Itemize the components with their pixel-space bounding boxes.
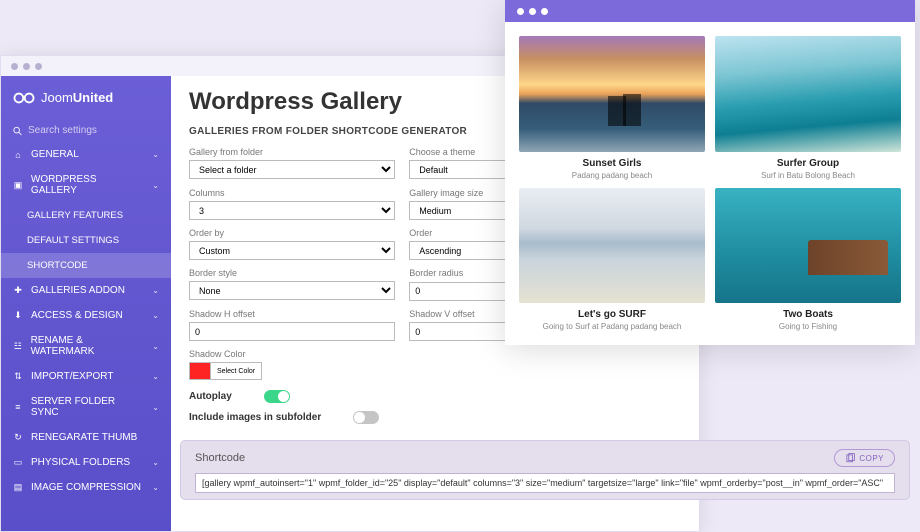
stack-icon: ≡: [13, 402, 23, 412]
field-order_by: Order by Custom: [189, 228, 395, 261]
chevron-down-icon: ⌄: [152, 458, 159, 467]
copy-icon: [845, 453, 855, 463]
sidebar-item-4[interactable]: ☳ RENAME & WATERMARK ⌄: [1, 328, 171, 364]
layers-icon: ☳: [13, 341, 23, 351]
brand-logo: JoomUnited: [1, 76, 171, 119]
shortcode-label: Shortcode: [195, 452, 245, 464]
field-label: Border style: [189, 268, 395, 278]
border_style-select[interactable]: None: [189, 281, 395, 300]
sidebar-item-label: SERVER FOLDER SYNC: [31, 396, 144, 418]
sidebar-item-label: GALLERIES ADDON: [31, 285, 125, 296]
sidebar-item-2[interactable]: ✚ GALLERIES ADDON ⌄: [1, 278, 171, 303]
gallery-caption: Padang padang beach: [519, 171, 705, 180]
gallery-card-3[interactable]: Two Boats Going to Fishing: [715, 188, 901, 332]
sidebar-item-label: IMPORT/EXPORT: [31, 371, 113, 382]
gallery-thumb: [519, 36, 705, 152]
shortcode-panel: Shortcode COPY: [180, 440, 910, 500]
sidebar-subitem-1-2[interactable]: SHORTCODE: [1, 253, 171, 278]
field-label: Gallery from folder: [189, 147, 395, 157]
field-border_style: Border style None: [189, 268, 395, 301]
chevron-down-icon: ⌄: [152, 342, 159, 351]
chevron-down-icon: ⌄: [152, 311, 159, 320]
sidebar-subitem-1-1[interactable]: DEFAULT SETTINGS: [1, 228, 171, 253]
shadow_h-input[interactable]: [189, 322, 395, 341]
puzzle-icon: ✚: [13, 286, 23, 296]
gallery-title: Let's go SURF: [519, 309, 705, 320]
color-swatch[interactable]: [189, 362, 211, 380]
sidebar-item-1[interactable]: ▣ WORDPRESS GALLERY ⌄: [1, 167, 171, 203]
field-shadow_h: Shadow H offset: [189, 309, 395, 342]
gallery-thumb: [715, 188, 901, 304]
nav-menu: ⌂ GENERAL ⌄ ▣ WORDPRESS GALLERY ⌄ GALLERY FEAT…: [1, 142, 171, 500]
chevron-down-icon: ⌄: [152, 403, 159, 412]
gallery-card-2[interactable]: Let's go SURF Going to Surf at Padang pad…: [519, 188, 705, 332]
sidebar-item-label: IMAGE COMPRESSION: [31, 482, 141, 493]
sidebar-item-label: ACCESS & DESIGN: [31, 310, 123, 321]
columns-select[interactable]: 3: [189, 201, 395, 220]
sidebar-item-label: RENAME & WATERMARK: [31, 335, 145, 357]
subfolder-label: Include images in subfolder: [189, 412, 321, 423]
subfolder-toggle[interactable]: [353, 411, 379, 424]
field-label: Order by: [189, 228, 395, 238]
sidebar-item-label: RENEGARATE THUMB: [31, 432, 137, 443]
field-columns: Columns 3: [189, 188, 395, 220]
sidebar-item-3[interactable]: ⬇ ACCESS & DESIGN ⌄: [1, 303, 171, 328]
gallery-thumb: [715, 36, 901, 152]
gallery-caption: Going to Surf at Padang padang beach: [519, 322, 705, 331]
copy-button[interactable]: COPY: [834, 449, 895, 467]
autoplay-label: Autoplay: [189, 391, 232, 402]
gallery_from_folder-select[interactable]: Select a folder: [189, 160, 395, 179]
sidebar-item-label: WORDPRESS GALLERY: [31, 174, 144, 196]
sidebar-item-label: PHYSICAL FOLDERS: [31, 457, 130, 468]
shortcode-input[interactable]: [195, 473, 895, 493]
sidebar-item-9[interactable]: ▤ IMAGE COMPRESSION ⌄: [1, 475, 171, 500]
sidebar-item-6[interactable]: ≡ SERVER FOLDER SYNC ⌄: [1, 389, 171, 425]
gallery-title: Two Boats: [715, 309, 901, 320]
autoplay-toggle[interactable]: [264, 390, 290, 403]
chevron-down-icon: ⌄: [152, 483, 159, 492]
gallery-caption: Going to Fishing: [715, 322, 901, 331]
image-icon: ▣: [13, 180, 23, 190]
sidebar-item-label: GENERAL: [31, 149, 79, 160]
gallery-caption: Surf in Batu Bolong Beach: [715, 171, 901, 180]
field-shadow-color: Shadow Color Select Color: [189, 349, 681, 380]
gallery-title: Sunset Girls: [519, 158, 705, 169]
sidebar-item-7[interactable]: ↻ RENEGARATE THUMB: [1, 425, 171, 450]
chevron-down-icon: ⌄: [152, 181, 159, 190]
sidebar-item-0[interactable]: ⌂ GENERAL ⌄: [1, 142, 171, 167]
folder-icon: ▭: [13, 458, 23, 468]
brand-icon: [13, 91, 35, 105]
sidebar: JoomUnited ⌂ GENERAL ⌄ ▣ WORDPRESS GALLERY ⌄ G…: [1, 76, 171, 531]
field-label: Shadow Color: [189, 349, 681, 359]
field-label: Columns: [189, 188, 395, 198]
refresh-icon: ↻: [13, 433, 23, 443]
gallery-preview-window: Sunset Girls Padang padang beach Surfer Gr…: [505, 0, 915, 345]
select-color-button[interactable]: Select Color: [211, 362, 262, 380]
search-icon: [13, 126, 22, 136]
gallery-card-0[interactable]: Sunset Girls Padang padang beach: [519, 36, 705, 180]
updown-icon: ⇅: [13, 372, 23, 382]
gallery-thumb: [519, 188, 705, 304]
gallery-card-1[interactable]: Surfer Group Surf in Batu Bolong Beach: [715, 36, 901, 180]
field-gallery_from_folder: Gallery from folder Select a folder: [189, 147, 395, 180]
search-input[interactable]: [28, 125, 159, 136]
order_by-select[interactable]: Custom: [189, 241, 395, 260]
search-row[interactable]: [1, 119, 171, 142]
compress-icon: ▤: [13, 483, 23, 493]
preview-titlebar: [505, 0, 915, 22]
sidebar-subitem-1-0[interactable]: GALLERY FEATURES: [1, 203, 171, 228]
sidebar-item-8[interactable]: ▭ PHYSICAL FOLDERS ⌄: [1, 450, 171, 475]
chevron-down-icon: ⌄: [152, 286, 159, 295]
gallery-title: Surfer Group: [715, 158, 901, 169]
chevron-down-icon: ⌄: [152, 372, 159, 381]
home-icon: ⌂: [13, 150, 23, 160]
chevron-down-icon: ⌄: [152, 150, 159, 159]
field-label: Shadow H offset: [189, 309, 395, 319]
download-icon: ⬇: [13, 311, 23, 321]
gallery-grid: Sunset Girls Padang padang beach Surfer Gr…: [519, 36, 901, 331]
sidebar-item-5[interactable]: ⇅ IMPORT/EXPORT ⌄: [1, 364, 171, 389]
